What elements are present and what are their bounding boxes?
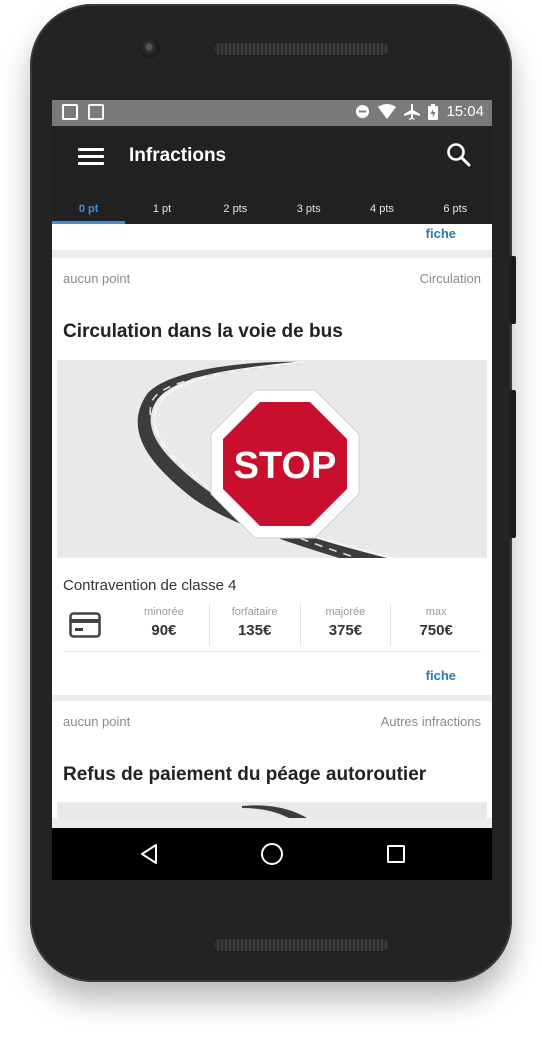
fine-value: 375€	[328, 622, 363, 639]
hamburger-icon[interactable]	[78, 148, 104, 166]
battery-icon	[428, 103, 439, 120]
system-navigation-bar	[52, 828, 492, 880]
fine-max: max 750€	[391, 604, 481, 646]
infractions-list[interactable]: fiche aucun point Circulation Circulatio…	[52, 224, 492, 818]
fine-majoree: majorée 375€	[301, 604, 392, 646]
fine-value: 90€	[151, 622, 177, 639]
infraction-title: Refus de paiement du péage autoroutier	[63, 764, 427, 785]
page-title: Infractions	[129, 145, 227, 166]
fine-value: 135€	[237, 622, 272, 639]
tab-2-pts[interactable]: 2 pts	[199, 188, 272, 224]
top-speaker	[213, 42, 390, 56]
tab-0-pt[interactable]: 0 pt	[52, 188, 126, 224]
road-stop-illustration: STOP	[137, 361, 394, 558]
airplane-icon	[404, 103, 421, 120]
infraction-card[interactable]: aucun point Autres infractions Refus de …	[52, 701, 492, 818]
notification-image-icon	[88, 104, 104, 120]
points-label: aucun point	[63, 714, 131, 729]
search-icon[interactable]	[446, 142, 472, 168]
power-button	[510, 256, 516, 324]
infraction-title: Circulation dans la voie de bus	[63, 321, 343, 342]
category-label: Circulation	[419, 271, 481, 286]
contravention-class: Contravention de classe 4	[63, 577, 237, 594]
fiche-link[interactable]: fiche	[426, 226, 456, 241]
status-time: 15:04	[446, 103, 484, 120]
tab-1-pt[interactable]: 1 pt	[125, 188, 198, 224]
do-not-disturb-icon	[356, 104, 370, 119]
fiche-link[interactable]: fiche	[426, 668, 456, 683]
recents-icon[interactable]	[387, 845, 405, 863]
previous-card: fiche	[52, 224, 492, 250]
fine-label: forfaitaire	[231, 606, 278, 618]
wifi-icon	[378, 104, 397, 119]
fine-minoree: minorée 90€	[119, 604, 210, 646]
bottom-speaker	[213, 938, 390, 952]
notification-app-icon	[62, 104, 78, 120]
tab-4-pts[interactable]: 4 pts	[345, 188, 418, 224]
infraction-illustration: STOP	[57, 360, 487, 558]
points-tabs: 0 pt 1 pt 2 pts 3 pts 4 pts 6 pts	[52, 188, 492, 224]
home-icon[interactable]	[261, 843, 283, 865]
tab-3-pts[interactable]: 3 pts	[272, 188, 345, 224]
category-label: Autres infractions	[380, 714, 481, 729]
back-icon[interactable]	[140, 844, 158, 864]
front-camera	[140, 38, 160, 58]
infraction-illustration	[57, 802, 487, 818]
stop-sign-text: STOP	[234, 445, 337, 487]
infraction-card[interactable]: aucun point Circulation Circulation dans…	[52, 258, 492, 695]
fines-table: minorée 90€ forfaitaire 135€ majorée 375…	[63, 604, 481, 646]
fine-label: minorée	[144, 606, 184, 618]
status-bar: 15:04	[52, 100, 492, 126]
fine-forfaitaire: forfaitaire 135€	[210, 604, 301, 646]
fine-label: majorée	[325, 606, 366, 618]
app-toolbar: Infractions	[52, 126, 492, 188]
points-label: aucun point	[63, 271, 131, 286]
fine-value: 750€	[419, 622, 453, 639]
fine-label: max	[425, 606, 447, 618]
divider	[63, 651, 481, 652]
tab-6-pts[interactable]: 6 pts	[419, 188, 492, 224]
screen: 15:04 Infractions 0 pt 1 pt 2 pts 3 pts …	[52, 100, 492, 880]
credit-card-icon	[63, 604, 119, 646]
volume-button	[510, 390, 516, 538]
